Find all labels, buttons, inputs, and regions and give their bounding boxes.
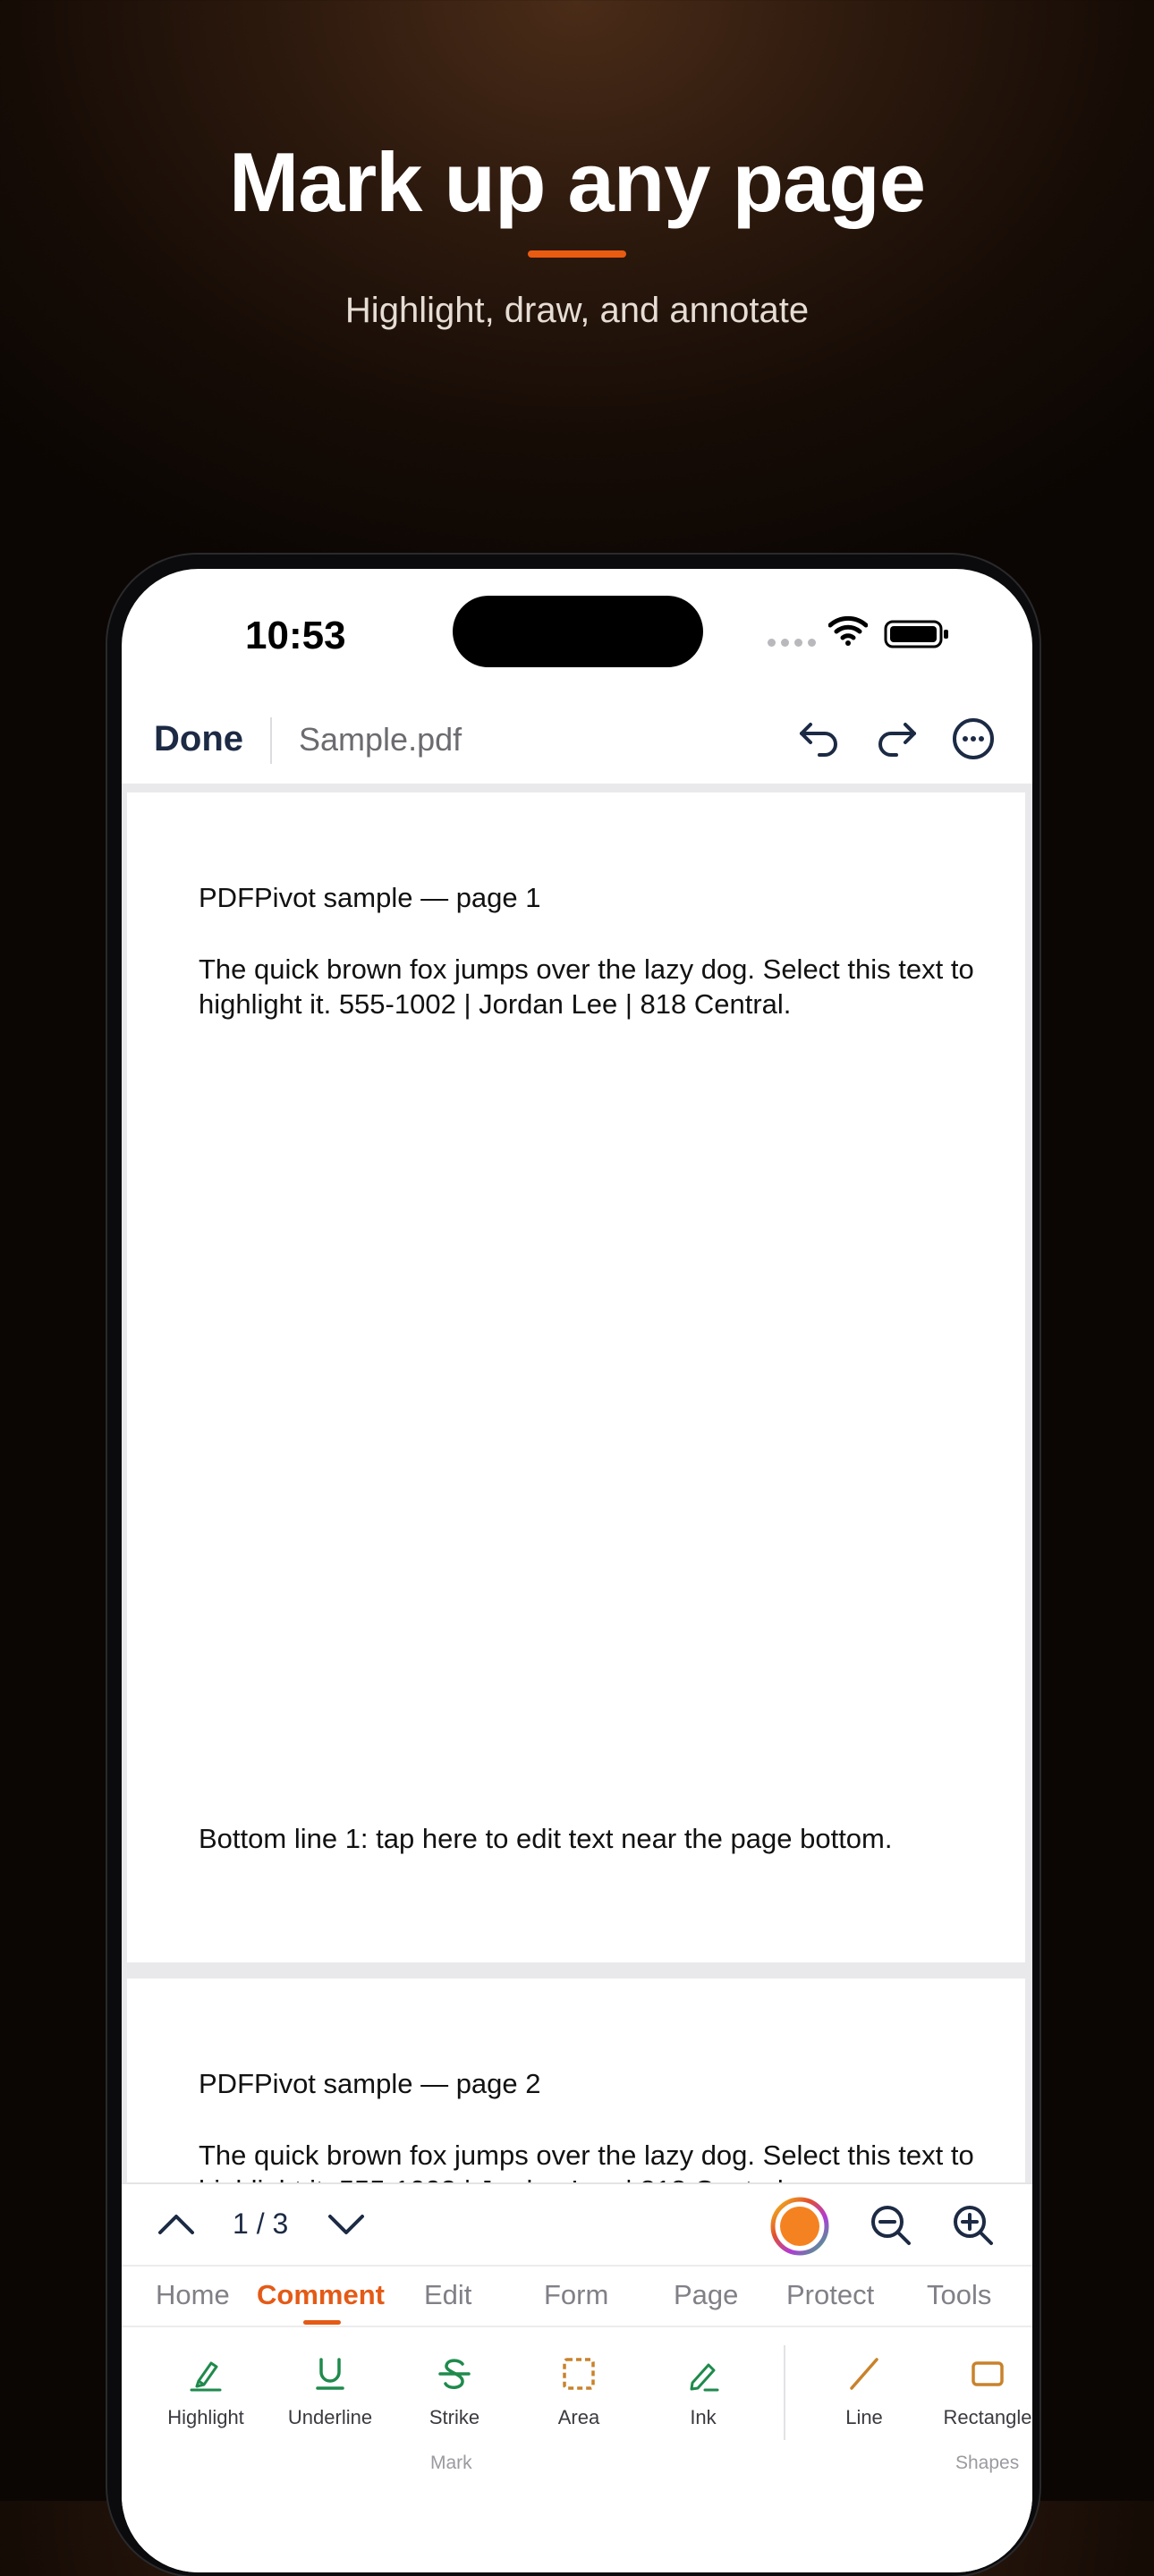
tool-label: Line xyxy=(845,2406,883,2428)
mark-group-label: Mark xyxy=(430,2453,472,2473)
phone-screen: 10:53 Done Sample.pdf PDFPivot sample — … xyxy=(122,569,1032,2572)
pdf-page-1[interactable]: PDFPivot sample — page 1 The quick brown… xyxy=(127,792,1025,1962)
color-picker-icon[interactable] xyxy=(770,2197,829,2256)
tab-form[interactable]: Form xyxy=(544,2279,608,2311)
highlight-tool[interactable]: Highlight xyxy=(143,2354,268,2429)
tab-edit[interactable]: Edit xyxy=(424,2279,471,2311)
pen-icon xyxy=(690,2363,719,2392)
page-heading[interactable]: PDFPivot sample — page 1 xyxy=(199,882,541,914)
underline-icon xyxy=(316,2358,344,2390)
document-viewport[interactable]: PDFPivot sample — page 1 The quick brown… xyxy=(122,784,1032,2182)
tool-group-divider xyxy=(784,2345,785,2440)
dynamic-island xyxy=(453,596,703,667)
tool-label: Rectangle xyxy=(943,2406,1032,2428)
document-title: Sample.pdf xyxy=(299,721,462,758)
done-button[interactable]: Done xyxy=(154,719,243,759)
tool-label: Strike xyxy=(429,2406,480,2428)
app-bar-divider xyxy=(270,717,272,764)
rectangle-tool[interactable]: Rectangle xyxy=(925,2354,1032,2429)
strike-tool[interactable]: Strike xyxy=(392,2354,517,2429)
page-bottom-line[interactable]: Bottom line 1: tap here to edit text nea… xyxy=(199,1821,986,1856)
tab-comment[interactable]: Comment xyxy=(257,2279,385,2311)
underline-tool[interactable]: Underline xyxy=(267,2354,393,2429)
hero-accent-underline xyxy=(528,250,626,258)
redo-icon[interactable] xyxy=(871,714,921,764)
wifi-icon xyxy=(828,615,868,646)
zoom-out-icon[interactable] xyxy=(866,2200,916,2250)
tool-label: Highlight xyxy=(167,2406,244,2428)
chevron-down-icon[interactable] xyxy=(324,2202,369,2247)
page-navigation-row: 1 / 3 xyxy=(122,2184,1032,2267)
tool-label: Ink xyxy=(690,2406,717,2428)
hero-title: Mark up any page xyxy=(229,135,926,229)
page-indicator: 1 / 3 xyxy=(233,2207,289,2240)
area-select-icon xyxy=(563,2358,595,2390)
page-body-text[interactable]: The quick brown fox jumps over the lazy … xyxy=(199,952,986,1021)
hero-subtitle: Highlight, draw, and annotate xyxy=(344,291,810,330)
chevron-up-icon[interactable] xyxy=(154,2202,199,2247)
comment-tools: Highlight Underline Strike Area Ink Mark… xyxy=(122,2327,1032,2572)
tool-label: Area xyxy=(557,2406,600,2428)
page-heading[interactable]: PDFPivot sample — page 2 xyxy=(199,2068,541,2100)
strikethrough-icon xyxy=(438,2359,471,2389)
zoom-in-icon[interactable] xyxy=(948,2200,998,2250)
highlighter-icon xyxy=(190,2361,222,2392)
tab-home[interactable]: Home xyxy=(156,2279,230,2311)
tab-page[interactable]: Page xyxy=(674,2279,738,2311)
status-time: 10:53 xyxy=(245,614,346,657)
signal-dots-icon xyxy=(768,639,816,647)
page-body-text[interactable]: The quick brown fox jumps over the lazy … xyxy=(199,2138,986,2182)
line-tool[interactable]: Line xyxy=(802,2354,927,2429)
rectangle-icon xyxy=(972,2361,1004,2386)
tab-protect[interactable]: Protect xyxy=(786,2279,874,2311)
ink-tool[interactable]: Ink xyxy=(641,2354,766,2429)
area-tool[interactable]: Area xyxy=(516,2354,641,2429)
bottom-toolbar: 1 / 3 Home Comment Edit Form Page Protec… xyxy=(122,2182,1032,2572)
battery-icon xyxy=(884,620,948,648)
shapes-group-label: Shapes xyxy=(955,2453,1020,2473)
undo-icon[interactable] xyxy=(794,714,844,764)
tab-tools[interactable]: Tools xyxy=(927,2279,991,2311)
tool-label: Underline xyxy=(287,2406,373,2428)
pdf-page-2[interactable]: PDFPivot sample — page 2 The quick brown… xyxy=(127,1979,1025,2182)
app-bar: Done Sample.pdf xyxy=(122,701,1032,782)
tab-bar: Home Comment Edit Form Page Protect Tool… xyxy=(122,2267,1032,2327)
line-icon xyxy=(850,2358,878,2390)
more-icon[interactable] xyxy=(948,714,998,764)
active-tab-indicator xyxy=(303,2320,341,2325)
